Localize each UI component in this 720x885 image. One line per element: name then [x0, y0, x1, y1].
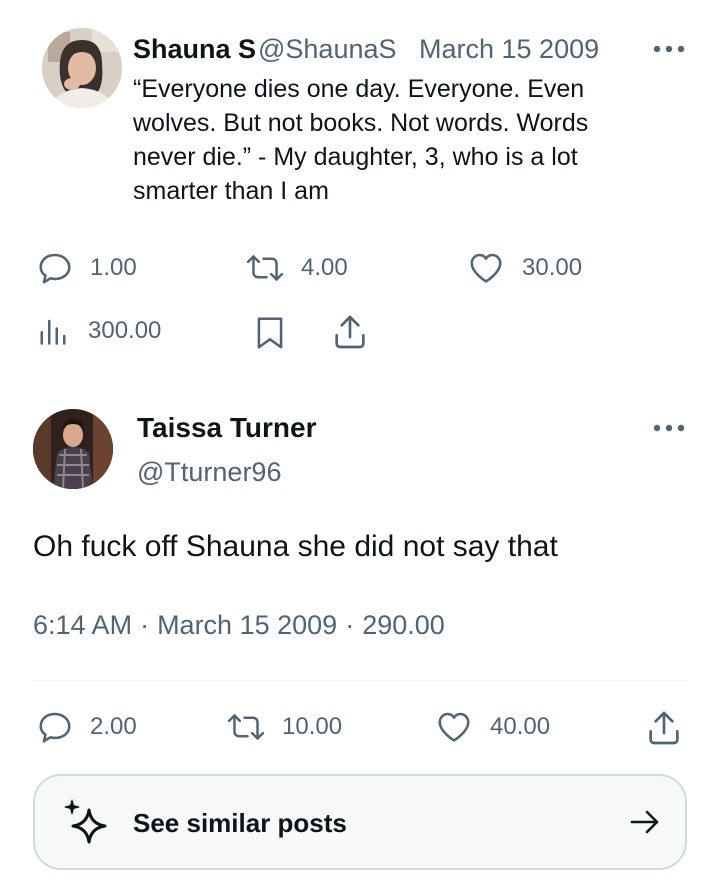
author-name[interactable]: Shauna S	[133, 32, 256, 66]
share-icon[interactable]	[644, 708, 684, 753]
more-icon[interactable]	[652, 420, 686, 432]
reply-icon	[39, 712, 71, 743]
tweet-time[interactable]: 6:14 AM	[33, 610, 132, 640]
author-name[interactable]: Taissa Turner	[137, 411, 316, 445]
tweet-meta: 6:14 AM · March 15 2009 · 290.00	[33, 608, 445, 642]
share-icon[interactable]	[330, 312, 370, 357]
tweet-text: “Everyone dies one day. Everyone. Even w…	[133, 75, 589, 205]
author-handle[interactable]: @Tturner96	[137, 455, 281, 489]
retweet-button[interactable]: 4.00	[245, 249, 348, 287]
like-icon	[470, 253, 502, 283]
bookmark-icon[interactable]	[254, 314, 286, 357]
views-button[interactable]: 300.00	[38, 314, 161, 348]
retweet-count: 4.00	[301, 254, 348, 281]
reply-count: 2.00	[90, 713, 137, 740]
reply-button[interactable]: 1.00	[36, 249, 137, 287]
like-button[interactable]: 40.00	[434, 708, 550, 746]
reply-icon	[39, 253, 71, 284]
arrow-right-icon	[629, 808, 661, 841]
meta-separator: ·	[345, 610, 355, 640]
views-icon	[40, 319, 66, 345]
reply-button[interactable]: 2.00	[36, 708, 137, 746]
tweet-date[interactable]: March 15 2009	[157, 610, 337, 640]
divider	[33, 680, 687, 681]
meta-separator: ·	[140, 610, 150, 640]
like-count: 40.00	[490, 713, 551, 740]
retweet-icon	[246, 255, 284, 281]
retweet-count: 10.00	[282, 713, 343, 740]
tweet-text: Oh fuck off Shauna she did not say that	[33, 530, 558, 563]
reply-count: 1.00	[90, 254, 137, 281]
retweet-icon	[227, 714, 265, 740]
view-count: 300.00	[88, 317, 162, 344]
see-similar-posts-button[interactable]: See similar posts	[33, 774, 687, 870]
like-count: 30.00	[522, 254, 583, 281]
like-icon	[438, 712, 470, 742]
tweet-date[interactable]: March 15 2009	[419, 32, 599, 66]
sparkle-icon	[63, 798, 111, 853]
more-icon[interactable]	[652, 41, 686, 53]
author-handle[interactable]: @ShaunaS	[258, 32, 397, 66]
view-count: 290.00	[362, 610, 445, 640]
like-button[interactable]: 30.00	[466, 249, 582, 287]
avatar[interactable]	[33, 409, 113, 489]
retweet-button[interactable]: 10.00	[226, 708, 342, 746]
see-similar-posts-label: See similar posts	[133, 808, 347, 838]
avatar[interactable]	[42, 28, 122, 108]
